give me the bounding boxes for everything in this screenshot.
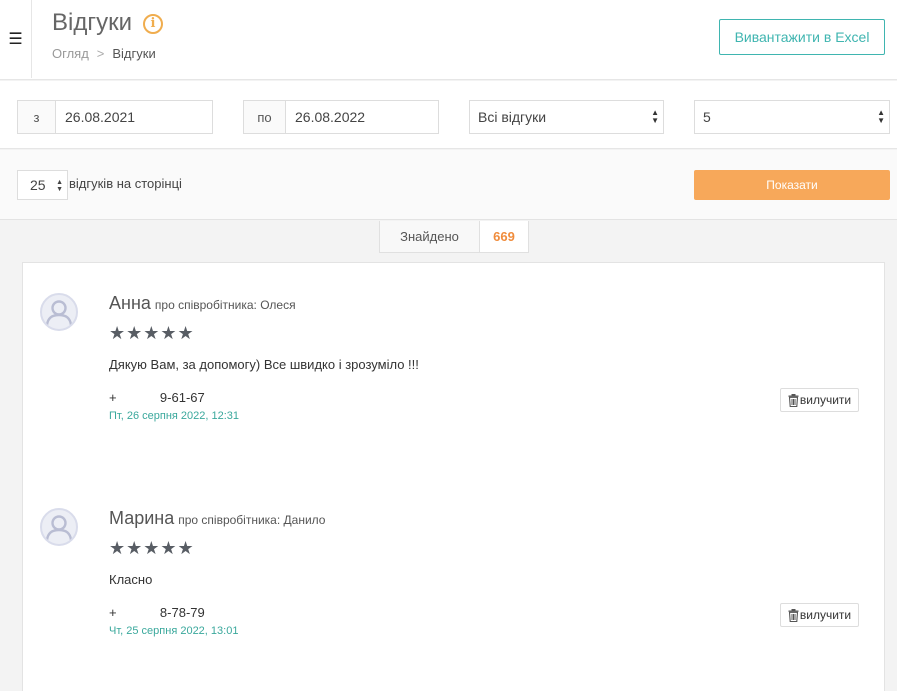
breadcrumb: Огляд > Відгуки (52, 46, 156, 61)
delete-review-button[interactable]: вилучити (780, 388, 859, 412)
per-page-bar: 25 ▲ ▼ відгуків на сторінці Показати (0, 150, 897, 220)
found-counter: Знайдено 669 (379, 221, 529, 253)
reviews-list: Анна про співробітника: Олеся ★★★★★ Дякую… (22, 262, 885, 691)
trash-icon (788, 608, 799, 622)
review-date: Пт, 26 серпня 2022, 12:31 (109, 410, 240, 422)
breadcrumb-separator: > (96, 46, 105, 61)
select-arrows-icon: ▲ ▼ (651, 108, 659, 125)
delete-review-button[interactable]: вилучити (780, 603, 859, 627)
review-phone: + 9-61-67 (109, 390, 205, 405)
review-type-select[interactable]: Всі відгуки ▲ ▼ (469, 100, 664, 134)
author-name: Марина (109, 508, 175, 528)
review-author: Марина про співробітника: Данило (109, 508, 325, 529)
filters-bar: з 26.08.2021 по 26.08.2022 Всі відгуки ▲… (0, 81, 897, 149)
review-phone: + 8-78-79 (109, 605, 205, 620)
hamburger-menu-icon[interactable]: ☰ (0, 0, 32, 78)
review-date: Чт, 25 серпня 2022, 13:01 (109, 625, 239, 637)
breadcrumb-home-link[interactable]: Огляд (52, 46, 89, 61)
per-page-label: відгуків на сторінці (69, 176, 182, 191)
avatar-icon (40, 293, 78, 331)
select-arrows-icon: ▲ ▼ (56, 179, 63, 193)
date-to-input[interactable]: 26.08.2022 (286, 101, 438, 133)
trash-icon (788, 393, 799, 407)
review-employee: про співробітника: Данило (178, 513, 326, 527)
review-text: Класно (109, 572, 153, 587)
review-author: Анна про співробітника: Олеся (109, 293, 296, 314)
page-title: Відгуки (52, 9, 133, 36)
review-employee: про співробітника: Олеся (154, 298, 296, 312)
show-button[interactable]: Показати (694, 170, 890, 200)
per-page-value: 25 (30, 177, 46, 193)
breadcrumb-current: Відгуки (112, 46, 156, 61)
found-label: Знайдено (380, 221, 480, 252)
date-from-group: з 26.08.2021 (17, 100, 213, 134)
rating-stars-icon: ★★★★★ (109, 538, 195, 558)
date-to-group: по 26.08.2022 (243, 100, 439, 134)
export-excel-button[interactable]: Вивантажити в Excel (719, 19, 885, 55)
date-from-addon: з (18, 101, 56, 133)
author-name: Анна (109, 293, 151, 313)
avatar-icon (40, 508, 78, 546)
delete-label: вилучити (799, 608, 852, 622)
per-page-select[interactable]: 25 ▲ ▼ (17, 170, 68, 200)
review-item: Марина про співробітника: Данило ★★★★★ Кл… (23, 478, 886, 678)
review-type-value: Всі відгуки (478, 109, 547, 125)
rating-select[interactable]: 5 ▲ ▼ (694, 100, 890, 134)
found-count: 669 (493, 229, 515, 244)
rating-stars-icon: ★★★★★ (109, 323, 195, 343)
date-from-input[interactable]: 26.08.2021 (56, 101, 212, 133)
select-arrows-icon: ▲ ▼ (877, 108, 885, 125)
review-text: Дякую Вам, за допомогу) Все швидко і зро… (109, 357, 419, 372)
delete-label: вилучити (799, 393, 852, 407)
info-icon[interactable]: i (143, 14, 163, 34)
rating-value: 5 (703, 109, 711, 125)
review-item: Анна про співробітника: Олеся ★★★★★ Дякую… (23, 263, 886, 463)
date-to-addon: по (244, 101, 286, 133)
page-header: ☰ Відгуки i Огляд > Відгуки Вивантажити в … (0, 0, 897, 80)
